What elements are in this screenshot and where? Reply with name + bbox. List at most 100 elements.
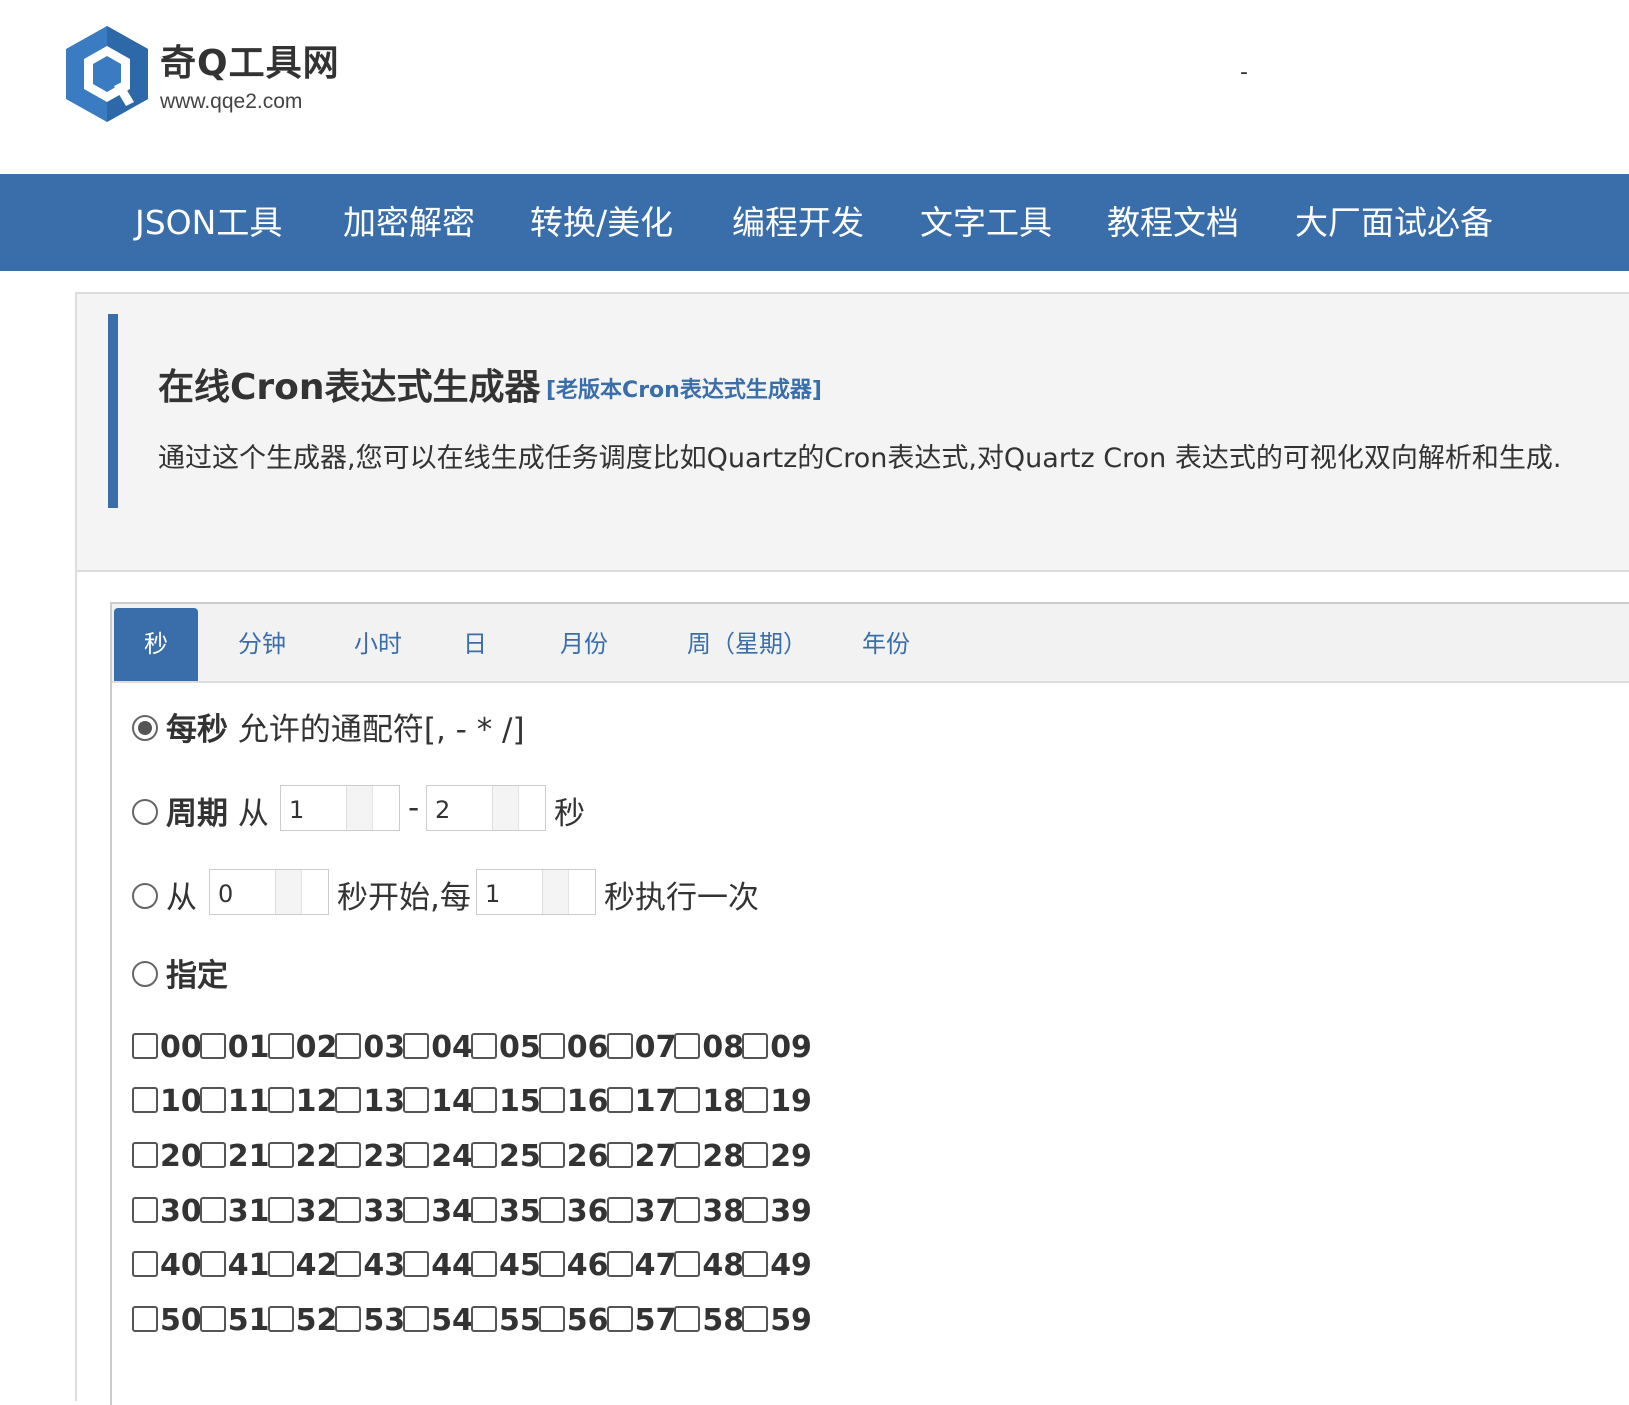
second-checkbox-41[interactable]: 41 [199,1248,270,1288]
second-checkbox-33[interactable]: 33 [335,1194,405,1234]
checkbox-box[interactable] [674,1032,701,1059]
increment-radio[interactable] [132,882,158,909]
checkbox-box[interactable] [267,1250,294,1277]
second-checkbox-31[interactable]: 31 [199,1194,270,1234]
second-checkbox-25[interactable]: 25 [471,1139,541,1179]
checkbox-box[interactable] [267,1196,294,1223]
checkbox-box[interactable] [267,1305,294,1332]
checkbox-box[interactable] [471,1086,497,1113]
checkbox-box[interactable] [742,1250,769,1277]
checkbox-box[interactable] [403,1196,430,1223]
nav-item-encrypt[interactable]: 加密解密 [343,174,475,271]
checkbox-box[interactable] [742,1032,769,1059]
nav-item-interview[interactable]: 大厂面试必备 [1295,174,1493,271]
second-checkbox-35[interactable]: 35 [471,1194,541,1234]
checkbox-box[interactable] [335,1032,362,1059]
second-checkbox-17[interactable]: 17 [606,1084,676,1124]
second-checkbox-43[interactable]: 43 [335,1248,405,1288]
period-to-spinner[interactable] [492,786,545,830]
second-checkbox-40[interactable]: 40 [132,1248,202,1288]
checkbox-box[interactable] [538,1032,565,1059]
checkbox-box[interactable] [742,1305,769,1332]
checkbox-box[interactable] [674,1086,701,1113]
checkbox-box[interactable] [403,1305,430,1332]
checkbox-box[interactable] [742,1141,769,1168]
checkbox-box[interactable] [674,1250,701,1277]
second-checkbox-21[interactable]: 21 [199,1139,270,1179]
period-radio[interactable] [132,798,158,825]
second-checkbox-53[interactable]: 53 [335,1303,405,1343]
checkbox-box[interactable] [403,1250,430,1277]
tab-day[interactable]: 日 [442,608,508,681]
checkbox-box[interactable] [199,1250,226,1277]
increment-start-spinner[interactable] [275,870,328,914]
checkbox-box[interactable] [471,1305,497,1332]
nav-item-convert[interactable]: 转换/美化 [530,174,673,271]
checkbox-box[interactable] [199,1305,226,1332]
nav-item-dev[interactable]: 编程开发 [732,174,864,271]
second-checkbox-00[interactable]: 00 [132,1030,202,1070]
second-checkbox-23[interactable]: 23 [335,1139,405,1179]
tab-month[interactable]: 月份 [542,608,626,681]
checkbox-box[interactable] [674,1141,701,1168]
specify-radio[interactable] [132,960,158,987]
second-checkbox-38[interactable]: 38 [674,1194,744,1234]
second-checkbox-30[interactable]: 30 [132,1194,202,1234]
second-checkbox-39[interactable]: 39 [742,1194,812,1234]
tab-week[interactable]: 周（星期） [672,608,822,681]
checkbox-box[interactable] [538,1196,565,1223]
second-checkbox-05[interactable]: 05 [471,1030,541,1070]
checkbox-box[interactable] [132,1196,158,1223]
second-checkbox-32[interactable]: 32 [267,1194,337,1234]
checkbox-box[interactable] [335,1141,362,1168]
checkbox-box[interactable] [199,1032,226,1059]
tab-minute[interactable]: 分钟 [220,608,304,681]
checkbox-box[interactable] [471,1032,497,1059]
site-name[interactable]: 奇Q工具网 [160,34,340,86]
second-checkbox-52[interactable]: 52 [267,1303,337,1343]
checkbox-box[interactable] [403,1086,430,1113]
second-checkbox-54[interactable]: 54 [403,1303,473,1343]
checkbox-box[interactable] [606,1305,633,1332]
nav-item-text[interactable]: 文字工具 [920,174,1052,271]
period-from-input[interactable]: 1 [280,785,400,831]
checkbox-box[interactable] [742,1196,769,1223]
checkbox-box[interactable] [199,1196,226,1223]
second-checkbox-49[interactable]: 49 [742,1248,812,1288]
checkbox-box[interactable] [132,1032,158,1059]
second-checkbox-02[interactable]: 02 [267,1030,337,1070]
second-checkbox-04[interactable]: 04 [403,1030,473,1070]
tab-hour[interactable]: 小时 [336,608,420,681]
site-logo-icon[interactable] [62,24,152,130]
second-checkbox-59[interactable]: 59 [742,1303,812,1343]
checkbox-box[interactable] [606,1141,633,1168]
checkbox-box[interactable] [471,1196,497,1223]
checkbox-box[interactable] [742,1086,769,1113]
second-checkbox-19[interactable]: 19 [742,1084,812,1124]
checkbox-box[interactable] [132,1141,158,1168]
checkbox-box[interactable] [132,1305,158,1332]
second-checkbox-24[interactable]: 24 [403,1139,473,1179]
checkbox-box[interactable] [606,1250,633,1277]
increment-step-input[interactable]: 1 [476,869,596,915]
second-checkbox-10[interactable]: 10 [132,1084,202,1124]
second-checkbox-48[interactable]: 48 [674,1248,744,1288]
second-checkbox-03[interactable]: 03 [335,1030,405,1070]
checkbox-box[interactable] [674,1196,701,1223]
second-checkbox-06[interactable]: 06 [538,1030,609,1070]
second-checkbox-42[interactable]: 42 [267,1248,337,1288]
checkbox-box[interactable] [674,1305,701,1332]
old-version-link[interactable]: [老版本Cron表达式生成器] [546,372,822,404]
second-checkbox-13[interactable]: 13 [335,1084,405,1124]
checkbox-box[interactable] [606,1196,633,1223]
nav-item-json[interactable]: JSON工具 [135,174,282,271]
second-checkbox-07[interactable]: 07 [606,1030,676,1070]
second-checkbox-12[interactable]: 12 [267,1084,337,1124]
second-checkbox-20[interactable]: 20 [132,1139,202,1179]
checkbox-box[interactable] [267,1141,294,1168]
second-checkbox-45[interactable]: 45 [471,1248,541,1288]
checkbox-box[interactable] [132,1086,158,1113]
period-from-spinner[interactable] [346,786,399,830]
second-checkbox-16[interactable]: 16 [538,1084,609,1124]
second-checkbox-29[interactable]: 29 [742,1139,812,1179]
